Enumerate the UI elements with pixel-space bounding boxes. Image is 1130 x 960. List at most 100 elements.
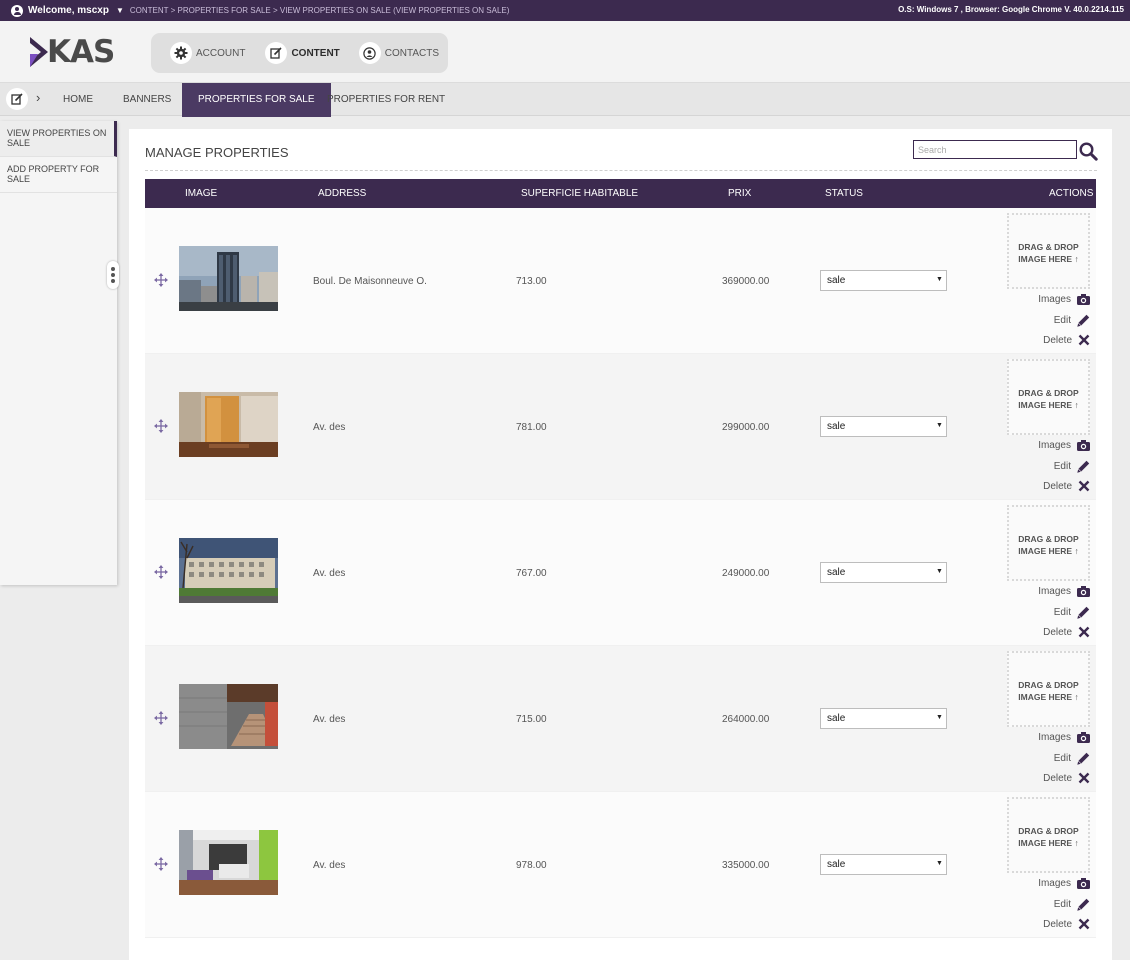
edit-action[interactable]: Edit bbox=[1054, 752, 1090, 765]
images-action-label: Images bbox=[1038, 440, 1071, 451]
property-thumbnail[interactable] bbox=[179, 392, 278, 457]
status-select[interactable]: sale bbox=[820, 708, 947, 729]
header-prix: PRIX bbox=[728, 188, 752, 199]
nav-contacts[interactable]: CONTACTS bbox=[358, 33, 439, 73]
superficie-cell: 767.00 bbox=[516, 568, 547, 579]
dropzone-line-2: IMAGE HERE ↑ bbox=[1018, 838, 1079, 848]
header-superficie: SUPERFICIE HABITABLE bbox=[521, 188, 639, 199]
superficie-cell: 715.00 bbox=[516, 714, 547, 725]
nav-account-label: ACCOUNT bbox=[196, 47, 246, 59]
images-action-label: Images bbox=[1038, 294, 1071, 305]
main-nav: ACCOUNT CONTENT CONTACTS bbox=[151, 33, 448, 73]
property-thumbnail[interactable] bbox=[179, 246, 278, 311]
property-thumbnail[interactable] bbox=[179, 684, 278, 749]
property-thumbnail[interactable] bbox=[179, 538, 278, 603]
move-drag-icon[interactable] bbox=[154, 857, 168, 871]
address-cell: Av. des bbox=[313, 714, 346, 725]
sidebar-item-view-properties[interactable]: VIEW PROPERTIES ON SALE bbox=[0, 121, 117, 157]
search-input[interactable] bbox=[913, 140, 1077, 159]
images-action[interactable]: Images bbox=[1038, 440, 1090, 451]
search-icon[interactable] bbox=[1079, 142, 1098, 161]
image-dropzone[interactable]: DRAG & DROP IMAGE HERE ↑ bbox=[1007, 505, 1090, 581]
images-action-label: Images bbox=[1038, 878, 1071, 889]
camera-icon bbox=[1077, 878, 1090, 889]
address-cell: Boul. De Maisonneuve O. bbox=[313, 276, 427, 287]
dropzone-line-1: DRAG & DROP bbox=[1018, 534, 1079, 544]
sidebar-item-add-property[interactable]: ADD PROPERTY FOR SALE bbox=[0, 157, 117, 193]
sub-nav: › HOME BANNERS PROPERTIES FOR SALE PROPE… bbox=[0, 82, 1130, 117]
images-action[interactable]: Images bbox=[1038, 294, 1090, 305]
edit-action-label: Edit bbox=[1053, 461, 1071, 472]
nav-content[interactable]: CONTENT bbox=[265, 33, 340, 73]
logo[interactable]: KAS bbox=[30, 35, 115, 69]
close-x-icon bbox=[1078, 626, 1090, 638]
close-x-icon bbox=[1078, 918, 1090, 930]
edit-action-label: Edit bbox=[1053, 607, 1071, 618]
tab-properties-for-rent[interactable]: PROPERTIES FOR RENT bbox=[327, 83, 445, 117]
edit-action[interactable]: Edit bbox=[1054, 898, 1090, 911]
title-divider bbox=[145, 170, 1097, 171]
dropzone-line-2: IMAGE HERE ↑ bbox=[1018, 400, 1079, 410]
status-select[interactable]: sale bbox=[820, 270, 947, 291]
superficie-cell: 713.00 bbox=[516, 276, 547, 287]
move-drag-icon[interactable] bbox=[154, 711, 168, 725]
table-row: Av. des 715.00 264000.00 sale ▼ DRAG & D… bbox=[145, 646, 1096, 792]
tab-properties-for-sale[interactable]: PROPERTIES FOR SALE bbox=[182, 83, 331, 117]
delete-action[interactable]: Delete bbox=[1043, 918, 1090, 930]
gear-icon bbox=[170, 42, 192, 64]
edit-action[interactable]: Edit bbox=[1054, 606, 1090, 619]
image-dropzone[interactable]: DRAG & DROP IMAGE HERE ↑ bbox=[1007, 797, 1090, 873]
move-drag-icon[interactable] bbox=[154, 273, 168, 287]
status-select[interactable]: sale bbox=[820, 854, 947, 875]
nav-account[interactable]: ACCOUNT bbox=[170, 33, 245, 73]
edit-icon[interactable] bbox=[6, 88, 28, 110]
image-dropzone[interactable]: DRAG & DROP IMAGE HERE ↑ bbox=[1007, 213, 1090, 289]
image-dropzone[interactable]: DRAG & DROP IMAGE HERE ↑ bbox=[1007, 651, 1090, 727]
delete-action-label: Delete bbox=[1043, 772, 1072, 784]
edit-action[interactable]: Edit bbox=[1054, 314, 1090, 327]
delete-action-label: Delete bbox=[1043, 480, 1072, 492]
status-select[interactable]: sale bbox=[820, 416, 947, 437]
delete-action-label: Delete bbox=[1043, 626, 1072, 638]
superficie-cell: 781.00 bbox=[516, 422, 547, 433]
delete-action[interactable]: Delete bbox=[1043, 480, 1090, 492]
dropzone-line-1: DRAG & DROP bbox=[1018, 388, 1079, 398]
delete-action[interactable]: Delete bbox=[1043, 772, 1090, 784]
image-dropzone[interactable]: DRAG & DROP IMAGE HERE ↑ bbox=[1007, 359, 1090, 435]
header: KAS ACCOUNT CONTENT CONTACTS bbox=[0, 21, 1130, 82]
contact-icon bbox=[358, 42, 381, 64]
move-drag-icon[interactable] bbox=[154, 419, 168, 433]
prix-cell: 264000.00 bbox=[722, 714, 770, 725]
chevron-right-icon[interactable]: › bbox=[36, 90, 40, 105]
property-thumbnail[interactable] bbox=[179, 830, 278, 895]
edit-action-label: Edit bbox=[1053, 753, 1071, 764]
images-action-label: Images bbox=[1038, 586, 1071, 597]
pencil-icon bbox=[1077, 606, 1090, 619]
status-select[interactable]: sale bbox=[820, 562, 947, 583]
images-action[interactable]: Images bbox=[1038, 586, 1090, 597]
welcome-user[interactable]: Welcome, mscxp bbox=[28, 5, 109, 16]
header-address: ADDRESS bbox=[318, 188, 367, 199]
delete-action[interactable]: Delete bbox=[1043, 626, 1090, 638]
tab-banners[interactable]: BANNERS bbox=[123, 83, 171, 117]
images-action[interactable]: Images bbox=[1038, 878, 1090, 889]
pencil-icon bbox=[1077, 898, 1090, 911]
move-drag-icon[interactable] bbox=[154, 565, 168, 579]
sidebar-toggle-handle[interactable] bbox=[107, 261, 119, 289]
dropzone-line-2: IMAGE HERE ↑ bbox=[1018, 254, 1079, 264]
close-x-icon bbox=[1078, 772, 1090, 784]
images-action[interactable]: Images bbox=[1038, 732, 1090, 743]
table-row: Av. des 767.00 249000.00 sale ▼ DRAG & D… bbox=[145, 500, 1096, 646]
user-menu-caret-icon[interactable]: ▼ bbox=[116, 6, 124, 15]
table-row: Av. des 978.00 335000.00 sale ▼ DRAG & D… bbox=[145, 792, 1096, 938]
dropzone-line-1: DRAG & DROP bbox=[1018, 680, 1079, 690]
delete-action[interactable]: Delete bbox=[1043, 334, 1090, 346]
tab-home[interactable]: HOME bbox=[63, 83, 93, 117]
address-cell: Av. des bbox=[313, 422, 346, 433]
prix-cell: 369000.00 bbox=[722, 276, 770, 287]
delete-action-label: Delete bbox=[1043, 334, 1072, 346]
table-row: Boul. De Maisonneuve O. 713.00 369000.00… bbox=[145, 208, 1096, 354]
dropzone-line-2: IMAGE HERE ↑ bbox=[1018, 546, 1079, 556]
edit-action-label: Edit bbox=[1053, 899, 1071, 910]
edit-action[interactable]: Edit bbox=[1054, 460, 1090, 473]
